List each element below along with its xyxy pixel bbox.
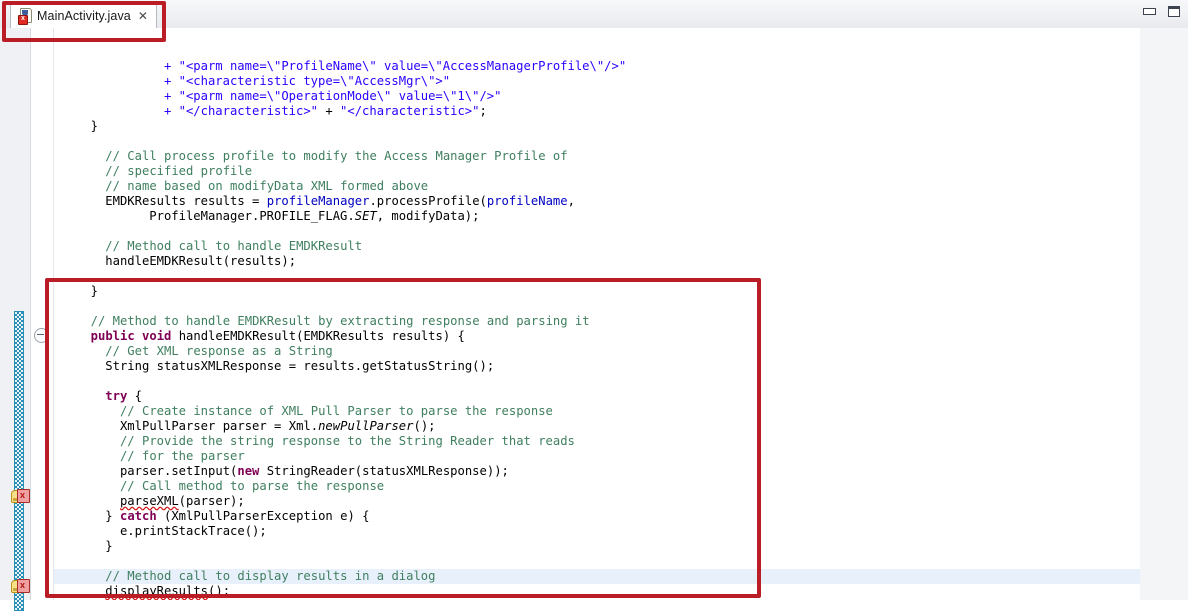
tab-label: MainActivity.java: [37, 9, 131, 23]
code-line: // Method call to handle EMDKResult: [105, 239, 362, 254]
code-line: EMDKResults results = profileManager.pro…: [105, 194, 575, 209]
code-line: // specified profile: [105, 164, 252, 179]
quick-fix-error-displayResults[interactable]: x: [11, 578, 28, 594]
code-line: + "<parm name=\"ProfileName\" value=\"Ac…: [164, 59, 626, 74]
tab-mainactivity-java[interactable]: x MainActivity.java ✕: [10, 2, 157, 28]
code-line: e.printStackTrace();: [120, 524, 267, 539]
code-line: try {: [105, 389, 142, 404]
code-line: // Call method to parse the response: [120, 479, 384, 494]
code-line: // Get XML response as a String: [105, 344, 332, 359]
quick-fix-error-parseXML[interactable]: x: [11, 488, 28, 504]
code-line: + "</characteristic>" + "</characteristi…: [164, 104, 487, 119]
vertical-ruler-gutter[interactable]: x x: [0, 28, 31, 600]
code-line: // Provide the string response to the St…: [120, 434, 575, 449]
close-icon[interactable]: ✕: [138, 10, 148, 22]
maximize-icon[interactable]: [1166, 4, 1182, 19]
code-line: // Create instance of XML Pull Parser to…: [120, 404, 553, 419]
vertical-scroll-zone[interactable]: [1140, 28, 1188, 600]
tab-icon-error-badge: x: [18, 15, 28, 25]
java-file-error-icon: x: [18, 8, 32, 23]
minimize-icon[interactable]: [1141, 4, 1157, 19]
code-line: ProfileManager.PROFILE_FLAG.SET, modifyD…: [149, 209, 479, 224]
window-controls: [1141, 4, 1182, 19]
code-line: + "<parm name=\"OperationMode\" value=\"…: [164, 89, 502, 104]
code-line: // for the parser: [120, 449, 245, 464]
code-line: // name based on modifyData XML formed a…: [105, 179, 428, 194]
eclipse-editor-window: x MainActivity.java ✕ x x: [0, 0, 1188, 600]
code-line: public void handleEMDKResult(EMDKResults…: [91, 329, 465, 344]
code-text-area[interactable]: + "<parm name=\"ProfileName\" value=\"Ac…: [54, 28, 1140, 600]
code-line: // Call process profile to modify the Ac…: [105, 149, 567, 164]
change-bar-icon: [14, 311, 24, 611]
editor-tab-bar: x MainActivity.java ✕: [0, 0, 1188, 29]
code-line: String statusXMLResponse = results.getSt…: [105, 359, 494, 374]
code-line: parser.setInput(new StringReader(statusX…: [120, 464, 509, 479]
collapse-minus-icon[interactable]: [34, 328, 49, 343]
code-line: // Method call to display results in a d…: [105, 569, 435, 584]
code-editor[interactable]: x x + "<parm name=\"ProfileName\" value=…: [0, 28, 1188, 600]
code-line: + "<characteristic type=\"AccessMgr\">": [164, 74, 450, 89]
code-line: } catch (XmlPullParserException e) {: [105, 509, 369, 524]
code-line: handleEMDKResult(results);: [105, 254, 296, 269]
folding-column[interactable]: [31, 28, 54, 600]
code-line: // Method to handle EMDKResult by extrac…: [91, 314, 590, 329]
code-line: displayResults();: [105, 584, 230, 599]
code-line: XmlPullParser parser = Xml.newPullParser…: [120, 419, 436, 434]
code-line: }: [91, 119, 98, 134]
code-line: }: [105, 539, 112, 554]
code-line: }: [91, 284, 98, 299]
code-line: parseXML(parser);: [120, 494, 245, 509]
